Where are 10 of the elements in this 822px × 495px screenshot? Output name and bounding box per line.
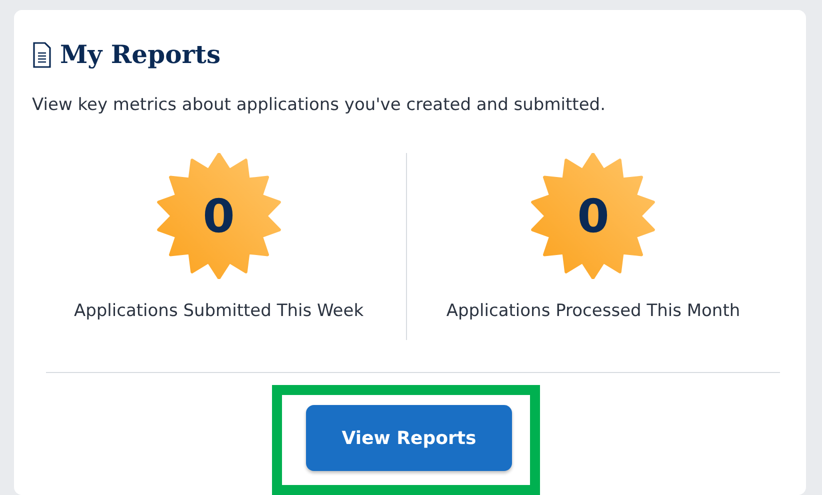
document-icon [32,42,52,68]
card-title: My Reports [60,40,221,69]
starburst-badge-icon [530,153,656,279]
starburst-badge-icon [156,153,282,279]
metric-value: 0 [577,193,610,239]
view-reports-button[interactable]: View Reports [306,405,512,471]
card-description: View key metrics about applications you've created and submitted. [32,95,606,115]
metric-label: Applications Processed This Month [446,301,740,321]
metric-label: Applications Submitted This Week [74,301,364,321]
metric-value: 0 [202,193,235,239]
